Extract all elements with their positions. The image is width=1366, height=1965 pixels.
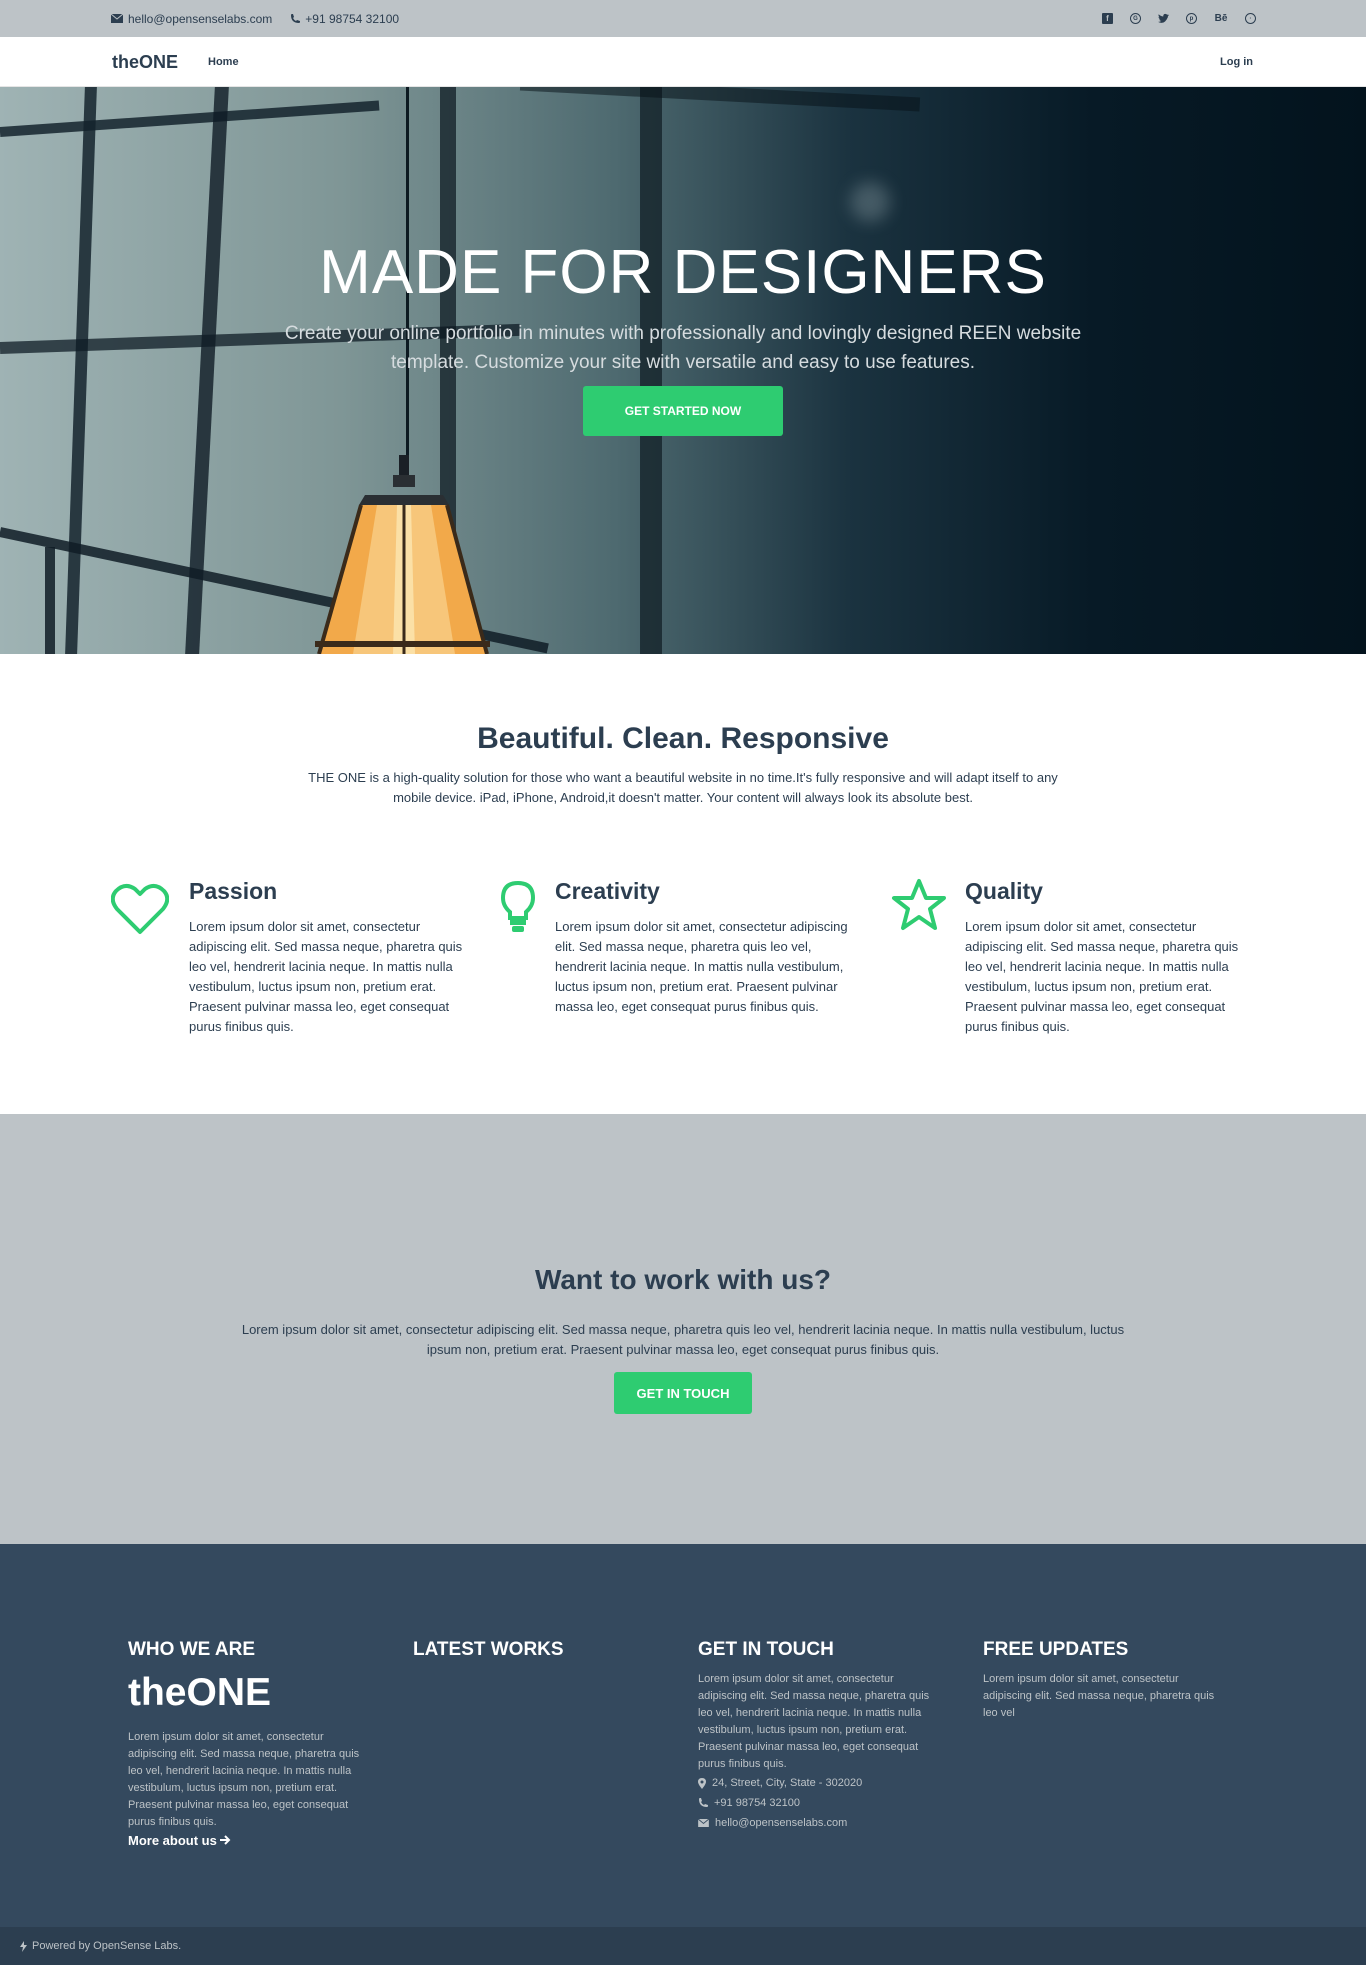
get-in-touch-button[interactable]: GET IN TOUCH: [614, 1372, 752, 1414]
email-text: hello@opensenselabs.com: [128, 11, 273, 26]
envelope-icon: [111, 14, 123, 23]
lamp-image: [315, 455, 490, 654]
hero-section: MADE FOR DESIGNERS Create your online po…: [0, 87, 1366, 654]
arrow-right-icon: [220, 1835, 231, 1845]
email-link[interactable]: hello@opensenselabs.com: [111, 12, 272, 26]
footer-heading: FREE UPDATES: [983, 1639, 1129, 1660]
footer-phone[interactable]: +91 98754 32100: [698, 1793, 943, 1813]
google-plus-icon[interactable]: G: [1130, 13, 1141, 24]
work-with-us-section: Want to work with us? Lorem ipsum dolor …: [0, 1114, 1366, 1544]
nav-item-home[interactable]: Home: [208, 37, 239, 87]
intro-text: THE ONE is a high-quality solution for t…: [308, 770, 1058, 805]
footer-latest-works: LATEST WORKS: [413, 1639, 658, 1671]
email-text: hello@opensenselabs.com: [715, 1817, 848, 1829]
footer-who-we-are: WHO WE ARE theONE Lorem ipsum dolor sit …: [128, 1639, 373, 1848]
dribbble-icon[interactable]: ·: [1245, 13, 1256, 24]
star-icon: [892, 879, 946, 930]
intro-title: Beautiful. Clean. Responsive: [477, 722, 889, 755]
twitter-icon[interactable]: [1158, 13, 1169, 24]
work-title: Want to work with us?: [534, 1264, 832, 1295]
footer-get-in-touch: GET IN TOUCH Lorem ipsum dolor sit amet,…: [698, 1639, 943, 1833]
footer-heading: LATEST WORKS: [413, 1639, 564, 1660]
envelope-icon: [698, 1819, 709, 1827]
social-links: f G p Bē ·: [1102, 0, 1256, 37]
footer-text: Lorem ipsum dolor sit amet, consectetur …: [698, 1673, 930, 1770]
facebook-icon[interactable]: f: [1102, 13, 1113, 24]
lightbulb-icon: [500, 880, 536, 932]
phone-link[interactable]: +91 98754 32100: [290, 12, 399, 26]
phone-text: +91 98754 32100: [714, 1797, 800, 1809]
login-link[interactable]: Log in: [1220, 37, 1253, 87]
footer-address: 24, Street, City, State - 302020: [698, 1773, 943, 1793]
footer-heading: WHO WE ARE: [128, 1639, 256, 1660]
phone-text: +91 98754 32100: [305, 11, 400, 26]
more-about-us-label: More about us: [128, 1833, 217, 1848]
phone-icon: [699, 1798, 708, 1807]
powered-by-text: Powered by OpenSense Labs.: [32, 1940, 182, 1952]
pinterest-icon[interactable]: p: [1186, 13, 1197, 24]
footer-text: Lorem ipsum dolor sit amet, consectetur …: [128, 1731, 360, 1828]
hero-title: MADE FOR DESIGNERS: [319, 238, 1047, 307]
feature-title: Quality: [965, 878, 1043, 904]
feature-text: Lorem ipsum dolor sit amet, consectetur …: [555, 919, 848, 1014]
address-text: 24, Street, City, State - 302020: [712, 1777, 863, 1789]
top-bar: hello@opensenselabs.com +91 98754 32100 …: [0, 0, 1366, 37]
behance-icon[interactable]: Bē: [1214, 13, 1228, 24]
feature-text: Lorem ipsum dolor sit amet, consectetur …: [189, 919, 463, 1034]
more-about-us-link[interactable]: More about us: [128, 1833, 373, 1848]
footer-email[interactable]: hello@opensenselabs.com: [698, 1813, 943, 1833]
main-navbar: theONE Home Log in: [0, 37, 1366, 87]
work-text: Lorem ipsum dolor sit amet, consectetur …: [241, 1322, 1125, 1357]
footer-free-updates: FREE UPDATES Lorem ipsum dolor sit amet,…: [983, 1639, 1228, 1722]
phone-icon: [291, 13, 301, 23]
contact-info: hello@opensenselabs.com +91 98754 32100: [111, 0, 399, 37]
footer-logo[interactable]: theONE: [128, 1671, 373, 1715]
bolt-icon: [20, 1940, 27, 1952]
sub-footer: Powered by OpenSense Labs.: [0, 1927, 1366, 1965]
get-started-button[interactable]: GET STARTED NOW: [583, 386, 783, 436]
site-brand[interactable]: theONE: [112, 37, 178, 87]
feature-title: Creativity: [555, 878, 660, 904]
heart-icon: [111, 884, 169, 934]
hero-subtitle: Create your online portfolio in minutes …: [284, 323, 1082, 373]
footer-text: Lorem ipsum dolor sit amet, consectetur …: [983, 1673, 1215, 1719]
footer: WHO WE ARE theONE Lorem ipsum dolor sit …: [0, 1544, 1366, 1927]
feature-text: Lorem ipsum dolor sit amet, consectetur …: [965, 919, 1239, 1034]
footer-heading: GET IN TOUCH: [698, 1639, 834, 1660]
map-marker-icon: [698, 1777, 706, 1789]
feature-title: Passion: [189, 878, 278, 904]
